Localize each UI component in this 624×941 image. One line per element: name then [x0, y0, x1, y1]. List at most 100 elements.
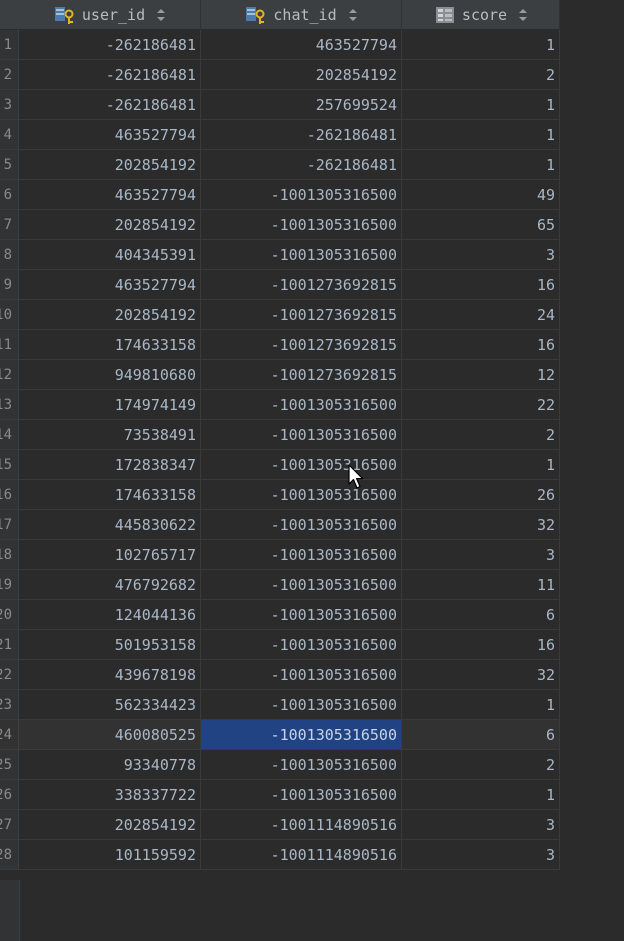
- cell-score[interactable]: 3: [402, 840, 560, 870]
- table-row[interactable]: 27 202854192-10011148905163: [0, 810, 560, 840]
- table-row[interactable]: 17 445830622-100130531650032: [0, 510, 560, 540]
- cell-chat-id[interactable]: 257699524: [201, 90, 402, 120]
- cell-score[interactable]: 1: [402, 90, 560, 120]
- cell-user-id[interactable]: 174633158: [19, 480, 201, 510]
- cell-chat-id[interactable]: -1001305316500: [201, 180, 402, 210]
- table-row[interactable]: 13 174974149-100130531650022: [0, 390, 560, 420]
- cell-chat-id[interactable]: -1001305316500: [201, 600, 402, 630]
- cell-score[interactable]: 3: [402, 240, 560, 270]
- cell-chat-id[interactable]: -1001273692815: [201, 300, 402, 330]
- column-header-score[interactable]: score: [402, 0, 560, 30]
- row-number[interactable]: 12: [0, 360, 19, 390]
- table-row[interactable]: 16 174633158-100130531650026: [0, 480, 560, 510]
- row-number[interactable]: 10: [0, 300, 19, 330]
- row-number[interactable]: 22: [0, 660, 19, 690]
- table-row[interactable]: 24 460080525-10013053165006: [0, 720, 560, 750]
- row-number[interactable]: 1: [0, 30, 19, 60]
- table-row[interactable]: 14 73538491-10013053165002: [0, 420, 560, 450]
- row-number[interactable]: 28: [0, 840, 19, 870]
- cell-chat-id[interactable]: -262186481: [201, 150, 402, 180]
- table-row[interactable]: 26 338337722-10013053165001: [0, 780, 560, 810]
- table-row[interactable]: 6 463527794 -1001305316500 49: [0, 180, 560, 210]
- table-row[interactable]: 2 -262186481 202854192 2: [0, 60, 560, 90]
- cell-score[interactable]: 65: [402, 210, 560, 240]
- cell-score[interactable]: 2: [402, 750, 560, 780]
- row-number[interactable]: 19: [0, 570, 19, 600]
- cell-score[interactable]: 3: [402, 540, 560, 570]
- cell-score[interactable]: 16: [402, 270, 560, 300]
- row-number[interactable]: 25: [0, 750, 19, 780]
- cell-score[interactable]: 16: [402, 330, 560, 360]
- cell-score[interactable]: 49: [402, 180, 560, 210]
- cell-score[interactable]: 3: [402, 810, 560, 840]
- cell-user-id[interactable]: 124044136: [19, 600, 201, 630]
- table-row[interactable]: 9 463527794 -1001273692815 16: [0, 270, 560, 300]
- cell-chat-id[interactable]: 463527794: [201, 30, 402, 60]
- row-number[interactable]: 16: [0, 480, 19, 510]
- cell-score[interactable]: 1: [402, 150, 560, 180]
- cell-chat-id[interactable]: -1001305316500: [201, 750, 402, 780]
- cell-user-id[interactable]: 202854192: [19, 300, 201, 330]
- cell-user-id[interactable]: 439678198: [19, 660, 201, 690]
- column-header-chat-id[interactable]: chat_id: [201, 0, 402, 30]
- cell-user-id[interactable]: -262186481: [19, 60, 201, 90]
- cell-score[interactable]: 16: [402, 630, 560, 660]
- row-number[interactable]: 6: [0, 180, 19, 210]
- cell-chat-id[interactable]: -1001305316500: [201, 420, 402, 450]
- row-number[interactable]: 18: [0, 540, 19, 570]
- cell-score[interactable]: 26: [402, 480, 560, 510]
- cell-chat-id[interactable]: -1001305316500: [201, 480, 402, 510]
- row-number[interactable]: 13: [0, 390, 19, 420]
- cell-score[interactable]: 22: [402, 390, 560, 420]
- table-row[interactable]: 8 404345391 -1001305316500 3: [0, 240, 560, 270]
- cell-score[interactable]: 1: [402, 120, 560, 150]
- cell-user-id[interactable]: 562334423: [19, 690, 201, 720]
- sort-icon[interactable]: [348, 8, 357, 21]
- cell-score[interactable]: 1: [402, 780, 560, 810]
- cell-user-id[interactable]: 463527794: [19, 270, 201, 300]
- cell-user-id[interactable]: 202854192: [19, 810, 201, 840]
- cell-chat-id[interactable]: -1001305316500: [201, 570, 402, 600]
- cell-user-id[interactable]: 404345391: [19, 240, 201, 270]
- cell-user-id[interactable]: 202854192: [19, 210, 201, 240]
- cell-user-id[interactable]: 949810680: [19, 360, 201, 390]
- cell-user-id[interactable]: 501953158: [19, 630, 201, 660]
- cell-chat-id[interactable]: -1001273692815: [201, 270, 402, 300]
- row-number[interactable]: 27: [0, 810, 19, 840]
- row-number[interactable]: 24: [0, 720, 19, 750]
- cell-score[interactable]: 2: [402, 60, 560, 90]
- table-row[interactable]: 23 562334423-10013053165001: [0, 690, 560, 720]
- cell-chat-id[interactable]: -1001114890516: [201, 810, 402, 840]
- row-number[interactable]: 2: [0, 60, 19, 90]
- cell-score[interactable]: 6: [402, 600, 560, 630]
- row-number[interactable]: 3: [0, 90, 19, 120]
- table-row[interactable]: 18 102765717-10013053165003: [0, 540, 560, 570]
- sort-icon[interactable]: [157, 8, 166, 21]
- table-row[interactable]: 1 -262186481 463527794 1: [0, 30, 560, 60]
- table-row[interactable]: 4 463527794 -262186481 1: [0, 120, 560, 150]
- cell-chat-id[interactable]: -1001305316500: [201, 240, 402, 270]
- table-row[interactable]: 21 501953158-100130531650016: [0, 630, 560, 660]
- cell-user-id[interactable]: 338337722: [19, 780, 201, 810]
- table-row[interactable]: 19 476792682-100130531650011: [0, 570, 560, 600]
- table-row[interactable]: 25 93340778-10013053165002: [0, 750, 560, 780]
- cell-user-id[interactable]: -262186481: [19, 30, 201, 60]
- table-row[interactable]: 28 101159592-10011148905163: [0, 840, 560, 870]
- table-row[interactable]: 10 202854192-100127369281524: [0, 300, 560, 330]
- cell-score[interactable]: 1: [402, 690, 560, 720]
- cell-chat-id[interactable]: -262186481: [201, 120, 402, 150]
- sort-icon[interactable]: [519, 8, 528, 21]
- cell-score[interactable]: 1: [402, 30, 560, 60]
- cell-score[interactable]: 12: [402, 360, 560, 390]
- cell-score[interactable]: 32: [402, 510, 560, 540]
- cell-user-id[interactable]: 174974149: [19, 390, 201, 420]
- cell-chat-id[interactable]: -1001305316500: [201, 780, 402, 810]
- cell-user-id[interactable]: 102765717: [19, 540, 201, 570]
- row-number[interactable]: 23: [0, 690, 19, 720]
- row-number[interactable]: 14: [0, 420, 19, 450]
- row-number[interactable]: 15: [0, 450, 19, 480]
- table-row[interactable]: 12949810680-100127369281512: [0, 360, 560, 390]
- cell-user-id[interactable]: 93340778: [19, 750, 201, 780]
- cell-score[interactable]: 1: [402, 450, 560, 480]
- cell-user-id[interactable]: 172838347: [19, 450, 201, 480]
